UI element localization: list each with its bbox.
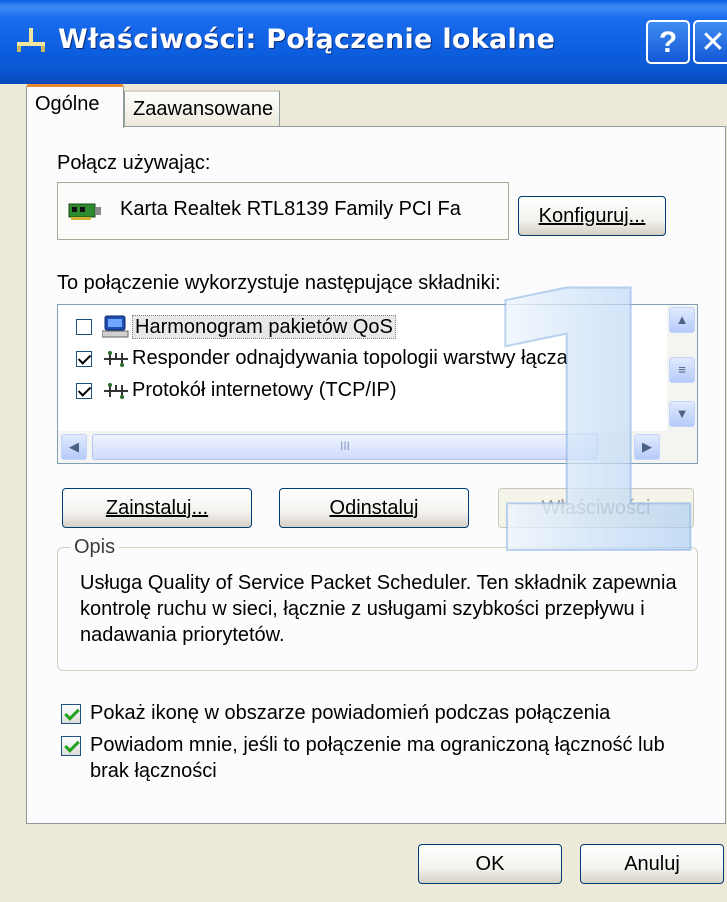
adapter-name: Karta Realtek RTL8139 Family PCI Fa [120, 198, 461, 220]
vertical-scrollbar[interactable]: ▲ ≡ ▼ [667, 305, 697, 431]
horizontal-scrollbar[interactable]: ◀ III ▶ [58, 431, 697, 463]
tab-general[interactable]: Ogólne [26, 84, 124, 128]
notify-label[interactable]: Powiadom mnie, jeśli to połączenie ma og… [90, 732, 690, 784]
component-checkbox[interactable] [76, 350, 92, 367]
network-card-icon [68, 203, 101, 220]
description-legend: Opis [70, 536, 120, 559]
network-protocol-icon [104, 382, 128, 399]
configure-button-label: Konfiguruj... [538, 205, 646, 227]
scroll-up-button[interactable]: ▲ [669, 307, 695, 333]
list-item[interactable]: Responder odnajdywania topologii warstwy… [76, 347, 568, 375]
component-label: Responder odnajdywania topologii warstwy… [132, 347, 568, 370]
install-button-label: Zainstaluj... [105, 497, 209, 519]
description-text: Usługa Quality of Service Packet Schedul… [80, 572, 677, 646]
list-item[interactable]: Protokół internetowy (TCP/IP) [76, 379, 397, 407]
uninstall-button[interactable]: Odinstaluj [279, 488, 469, 528]
components-list[interactable]: Harmonogram pakietów QoS Responder odnaj… [57, 304, 698, 464]
components-label: To połączenie wykorzystuje następujące s… [57, 272, 501, 294]
horizontal-scroll-thumb[interactable]: III [92, 434, 598, 460]
scroll-right-button[interactable]: ▶ [634, 434, 660, 460]
show-icon-checkbox[interactable] [61, 704, 81, 724]
properties-button-label: Właściwości [541, 497, 651, 519]
title-bar[interactable]: Właściwości: Połączenie lokalne ? ✕ [0, 0, 727, 85]
window-title: Właściwości: Połączenie lokalne [58, 24, 556, 55]
install-button[interactable]: Zainstaluj... [62, 488, 252, 528]
component-checkbox[interactable] [76, 382, 92, 399]
scroll-down-button[interactable]: ▼ [669, 401, 695, 427]
close-button[interactable]: ✕ [693, 20, 727, 64]
cancel-button-label: Anuluj [624, 853, 680, 875]
scroll-left-button[interactable]: ◀ [61, 434, 87, 460]
network-scheduler-icon [102, 315, 129, 338]
vertical-scroll-thumb[interactable]: ≡ [669, 357, 695, 383]
network-connection-icon [17, 28, 45, 52]
connect-using-label: Połącz używając: [57, 152, 211, 174]
cancel-button[interactable]: Anuluj [580, 844, 724, 884]
uninstall-button-label: Odinstaluj [329, 497, 419, 519]
notify-checkbox[interactable] [61, 736, 81, 756]
show-icon-label[interactable]: Pokaż ikonę w obszarze powiadomień podcz… [90, 700, 610, 726]
component-label: Harmonogram pakietów QoS [132, 314, 396, 339]
tab-advanced[interactable]: Zaawansowane [124, 90, 280, 128]
dialog-body: Ogólne Zaawansowane Połącz używając: Kar… [0, 84, 727, 902]
adapter-field: Karta Realtek RTL8139 Family PCI Fa [57, 182, 509, 240]
component-label: Protokół internetowy (TCP/IP) [132, 379, 397, 402]
properties-button[interactable]: Właściwości [498, 488, 694, 528]
component-checkbox[interactable] [76, 319, 92, 335]
ok-button[interactable]: OK [418, 844, 562, 884]
help-button[interactable]: ? [646, 20, 690, 64]
configure-button[interactable]: Konfiguruj... [518, 196, 666, 236]
ok-button-label: OK [475, 853, 505, 875]
list-item[interactable]: Harmonogram pakietów QoS [76, 314, 396, 343]
network-protocol-icon [104, 350, 128, 367]
